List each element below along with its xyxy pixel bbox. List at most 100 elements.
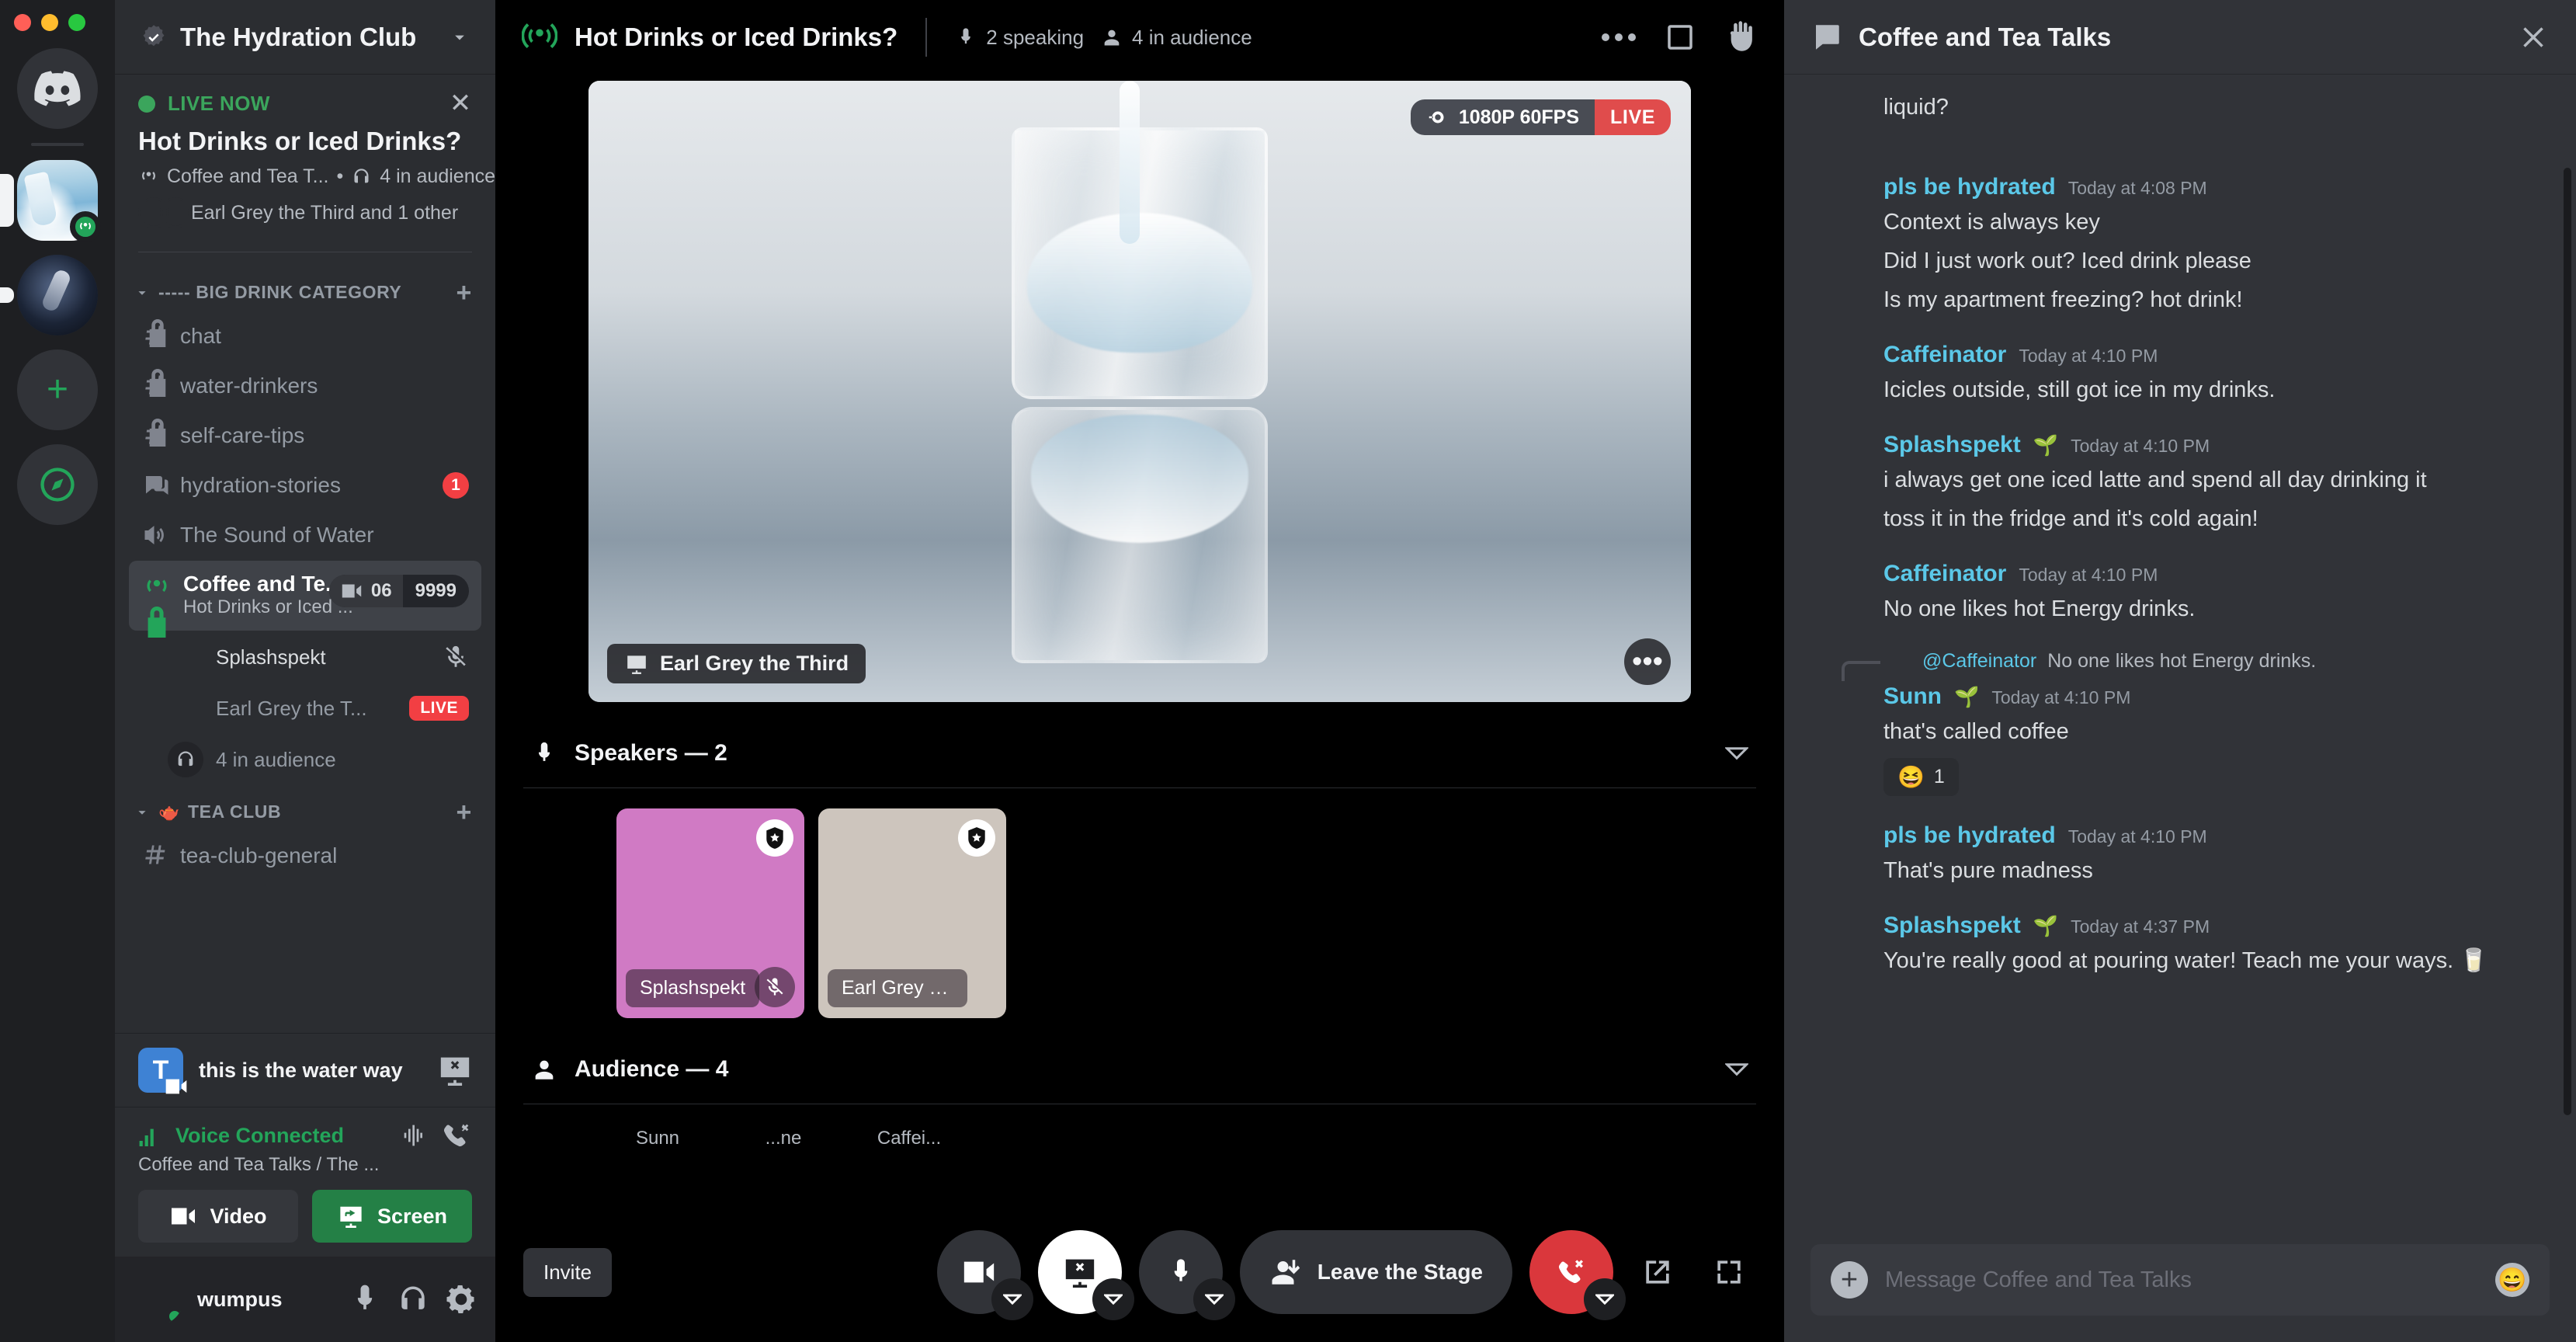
message-author[interactable]: pls be hydrated — [1883, 822, 2056, 849]
voice-member-splashspekt[interactable]: Splashspekt — [155, 632, 481, 682]
message-author[interactable]: Splashspekt — [1883, 432, 2021, 458]
microphone-icon[interactable] — [348, 1282, 382, 1316]
avatar[interactable] — [132, 1274, 183, 1325]
chat-message-list[interactable]: liquid? pls be hydrated Today at 4:08 PM… — [1784, 75, 2576, 1229]
server-rail-item-direct-messages[interactable] — [17, 48, 98, 129]
channel-item-chat[interactable]: chat — [129, 312, 481, 360]
minimize-window-button[interactable] — [41, 14, 58, 31]
open-chat-icon[interactable] — [1663, 21, 1697, 54]
create-channel-button[interactable]: + — [457, 804, 472, 821]
speaker-tile-earl-grey[interactable]: Earl Grey the Third — [818, 808, 1006, 1018]
message-reaction[interactable]: 😆 1 — [1883, 758, 1959, 796]
microphone-icon — [531, 739, 557, 767]
toggle-camera-button[interactable] — [937, 1230, 1021, 1314]
fullscreen-button[interactable] — [1702, 1255, 1756, 1289]
microphone-options-button[interactable] — [1193, 1278, 1235, 1320]
audience-member[interactable]: Sunn — [615, 1128, 700, 1149]
message-author[interactable]: pls be hydrated — [1883, 174, 2056, 200]
server-rail-item-mic-server[interactable] — [17, 255, 98, 336]
dismiss-live-card-button[interactable]: ✕ — [447, 92, 474, 118]
stop-screen-share-button[interactable] — [1038, 1230, 1122, 1314]
chevron-down-icon[interactable] — [449, 26, 470, 48]
audience-member[interactable]: Caffei... — [866, 1128, 952, 1149]
live-now-card[interactable]: LIVE NOW ✕ Hot Drinks or Iced Drinks? Co… — [115, 75, 495, 247]
emoji-picker-button[interactable]: 😄 — [2495, 1263, 2529, 1297]
voice-audience-count[interactable]: 4 in audience — [155, 735, 481, 784]
message-author[interactable]: Splashspekt — [1883, 913, 2021, 939]
speakers-section-header[interactable]: Speakers — 2 — [523, 716, 1756, 788]
sound-wave-icon[interactable] — [399, 1120, 430, 1151]
speaker-tile-splashspekt[interactable]: Splashspekt — [616, 808, 804, 1018]
avatar[interactable] — [1810, 913, 1866, 968]
disconnect-options-button[interactable] — [1584, 1278, 1626, 1320]
avatar[interactable] — [1810, 432, 1866, 488]
message-text: That's pure madness — [1883, 855, 2550, 886]
active-stage-channel[interactable]: Coffee and Te... Hot Drinks or Iced ... … — [129, 561, 481, 631]
message-reply-context[interactable]: @Caffeinator No one likes hot Energy dri… — [1837, 648, 2550, 674]
avatar[interactable] — [1810, 822, 1866, 878]
upload-attachment-button[interactable]: + — [1831, 1261, 1868, 1299]
more-options-icon[interactable] — [1601, 32, 1637, 43]
add-server-button[interactable]: + — [17, 349, 98, 430]
message-author[interactable]: Caffeinator — [1883, 561, 2006, 587]
channel-item-tea-club-general[interactable]: tea-club-general — [129, 832, 481, 880]
screen-share-button[interactable]: Screen — [312, 1190, 472, 1243]
video-button[interactable]: Video — [138, 1190, 298, 1243]
leave-stage-button[interactable]: Leave the Stage — [1240, 1230, 1512, 1314]
chevron-down-icon[interactable] — [1725, 1062, 1748, 1077]
audience-member[interactable]: ...ne — [741, 1128, 826, 1149]
reply-author-mention[interactable]: @Caffeinator — [1922, 650, 2036, 673]
chat-scrollbar[interactable] — [2564, 168, 2571, 1115]
avatar[interactable] — [1810, 342, 1866, 398]
maximize-window-button[interactable] — [68, 14, 85, 31]
gear-icon[interactable] — [444, 1282, 478, 1316]
channel-item-self-care-tips[interactable]: self-care-tips — [129, 412, 481, 460]
disconnect-button[interactable] — [1529, 1230, 1613, 1314]
stream-more-options-button[interactable]: ••• — [1624, 638, 1671, 685]
close-window-button[interactable] — [14, 14, 31, 31]
channel-item-hydration-stories[interactable]: hydration-stories 1 — [129, 461, 481, 509]
camera-options-button[interactable] — [991, 1278, 1033, 1320]
message-input[interactable]: Message Coffee and Tea Talks — [1885, 1267, 2478, 1293]
speaker-muted-icon[interactable] — [755, 967, 795, 1007]
channel-sidebar: The Hydration Club LIVE NOW ✕ Hot Drinks… — [115, 0, 495, 1342]
toggle-microphone-button[interactable] — [1139, 1230, 1223, 1314]
window-traffic-lights[interactable] — [14, 14, 85, 31]
live-event-audience: 4 in audience — [380, 165, 495, 188]
avatar[interactable] — [1810, 174, 1866, 230]
channel-label: self-care-tips — [180, 423, 469, 448]
chevron-down-icon[interactable] — [1725, 746, 1748, 761]
stream-viewer-badge: 06 9999 — [329, 575, 469, 607]
close-icon[interactable] — [2517, 21, 2550, 54]
category-big-drink-category[interactable]: ----- BIG DRINK CATEGORY + — [115, 266, 495, 311]
voice-member-earl-grey[interactable]: Earl Grey the T... LIVE — [155, 683, 481, 733]
channel-item-the-sound-of-water[interactable]: The Sound of Water — [129, 511, 481, 559]
disconnect-call-icon[interactable] — [441, 1120, 472, 1151]
live-speakers-label: Earl Grey the Third and 1 other — [191, 202, 458, 224]
message-input-box[interactable]: + Message Coffee and Tea Talks 😄 — [1810, 1244, 2550, 1316]
screen-share-options-button[interactable] — [1092, 1278, 1134, 1320]
message-author[interactable]: Sunn — [1883, 683, 1942, 710]
headset-icon[interactable] — [396, 1282, 430, 1316]
server-rail-item-hydration-club[interactable] — [17, 160, 98, 241]
channel-item-water-drinkers[interactable]: water-drinkers — [129, 362, 481, 410]
stream-video[interactable] — [588, 81, 1691, 702]
discord-logo-icon — [33, 71, 82, 106]
category-tea-club[interactable]: 🫖 TEA CLUB + — [115, 786, 495, 830]
audience-section-header[interactable]: Audience — 4 — [523, 1032, 1756, 1104]
popout-button[interactable] — [1630, 1255, 1685, 1289]
watching-activity-bar[interactable]: T this is the water way — [115, 1033, 495, 1107]
stream-container[interactable]: 1080P 60FPS LIVE Earl Grey the Third ••• — [588, 81, 1691, 702]
stage-header-actions — [1601, 19, 1758, 55]
leave-stage-label: Leave the Stage — [1318, 1260, 1483, 1285]
server-header[interactable]: The Hydration Club — [115, 0, 495, 75]
stop-watching-icon[interactable] — [438, 1055, 472, 1086]
avatar[interactable] — [1810, 561, 1866, 617]
create-channel-button[interactable]: + — [457, 284, 472, 301]
raise-hand-icon[interactable] — [1724, 19, 1758, 55]
message-author[interactable]: Caffeinator — [1883, 342, 2006, 368]
audience-member[interactable] — [992, 1128, 1078, 1149]
explore-servers-button[interactable] — [17, 444, 98, 525]
avatar[interactable] — [1810, 683, 1866, 739]
active-stage-topic: Hot Drinks or Iced ... — [183, 596, 353, 617]
